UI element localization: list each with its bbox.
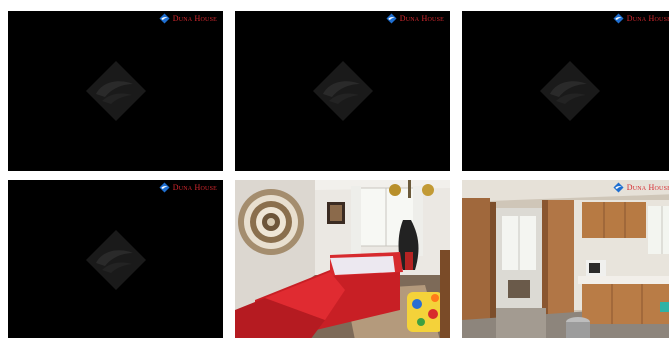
photo-gallery: Duna House Duna House Duna House Duna Ho… (0, 0, 669, 338)
brand-name: Duna House (626, 183, 669, 192)
gallery-thumbnail-2[interactable]: Duna House (235, 11, 450, 171)
duna-house-watermark-icon (539, 61, 600, 121)
brand-badge: Duna House (386, 13, 444, 24)
gallery-thumbnail-4[interactable]: Duna House (8, 180, 223, 338)
duna-house-watermark-icon (85, 61, 146, 121)
gallery-thumbnail-3[interactable]: Duna House (462, 11, 669, 171)
duna-house-logo-icon (386, 13, 397, 24)
brand-badge: Duna House (159, 182, 217, 193)
duna-house-logo-icon (613, 182, 624, 193)
brand-name: Duna House (626, 14, 669, 23)
duna-house-watermark-icon (312, 61, 373, 121)
duna-house-logo-icon (159, 182, 170, 193)
duna-house-logo-icon (613, 13, 624, 24)
brand-name: Duna House (399, 14, 444, 23)
brand-name: Duna House (172, 14, 217, 23)
gallery-thumbnail-6[interactable]: Duna House (462, 180, 669, 338)
duna-house-watermark-icon (85, 230, 146, 290)
brand-name: Duna House (172, 183, 217, 192)
gallery-thumbnail-1[interactable]: Duna House (8, 11, 223, 171)
kitchen-photo (462, 180, 669, 338)
brand-badge: Duna House (159, 13, 217, 24)
brand-badge: Duna House (613, 13, 669, 24)
gallery-thumbnail-5[interactable] (235, 180, 450, 338)
brand-badge: Duna House (613, 182, 669, 193)
duna-house-logo-icon (159, 13, 170, 24)
bedroom-photo (235, 180, 450, 338)
